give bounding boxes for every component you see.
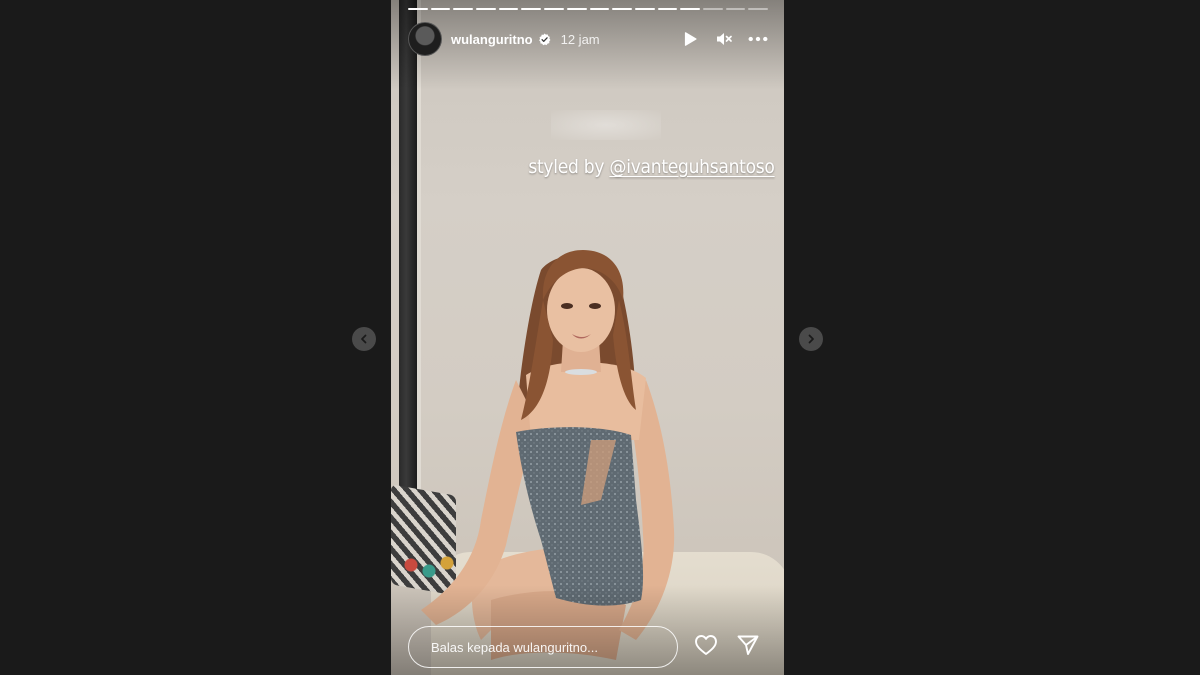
play-icon (684, 32, 697, 46)
mention-sticker: styled by @ivanteguhsantoso (528, 156, 776, 178)
story-actions (693, 632, 761, 658)
username-link[interactable]: wulanguritno (451, 32, 533, 47)
progress-segment (657, 8, 678, 10)
progress-segment (430, 8, 451, 10)
verified-badge-icon (538, 33, 551, 45)
post-time: 12 jam (560, 31, 600, 47)
story-progress-bar (408, 8, 768, 10)
progress-segment (521, 8, 542, 10)
heart-icon (695, 635, 717, 655)
reply-field-container (408, 626, 678, 668)
progress-segment (589, 8, 610, 10)
reply-input[interactable] (429, 638, 663, 656)
story-photo-person (421, 250, 675, 660)
progress-segment (408, 8, 428, 10)
avatar[interactable] (408, 22, 442, 56)
progress-segment (702, 8, 723, 10)
progress-segment (566, 8, 587, 10)
like-button[interactable] (693, 632, 719, 658)
share-button[interactable] (735, 632, 761, 658)
story-viewer: wulanguritno 12 jam styled by @ivanteguh… (0, 0, 1200, 675)
story-frame[interactable]: wulanguritno 12 jam styled by @ivanteguh… (391, 0, 784, 675)
progress-segment (680, 8, 700, 10)
progress-segment (476, 8, 496, 10)
progress-segment (725, 8, 746, 10)
progress-segment (544, 8, 564, 10)
story-header: wulanguritno 12 jam (408, 22, 768, 56)
chevron-right-icon (808, 334, 814, 344)
send-icon (737, 635, 759, 655)
progress-segment (612, 8, 632, 10)
sticker-text: styled by (528, 156, 605, 178)
next-story-button[interactable] (799, 327, 823, 351)
more-horizontal-icon (748, 36, 768, 42)
more-options-button[interactable] (748, 29, 768, 49)
progress-segment (748, 8, 768, 10)
speaker-muted-icon (717, 33, 732, 45)
mute-button[interactable] (714, 29, 734, 49)
progress-segment (498, 8, 519, 10)
chevron-left-icon (361, 334, 367, 344)
previous-story-button[interactable] (352, 327, 376, 351)
header-controls (680, 29, 768, 49)
progress-segment (634, 8, 655, 10)
mention-link[interactable]: @ivanteguhsantoso (610, 156, 775, 178)
progress-segment (453, 8, 474, 10)
play-button[interactable] (680, 29, 700, 49)
